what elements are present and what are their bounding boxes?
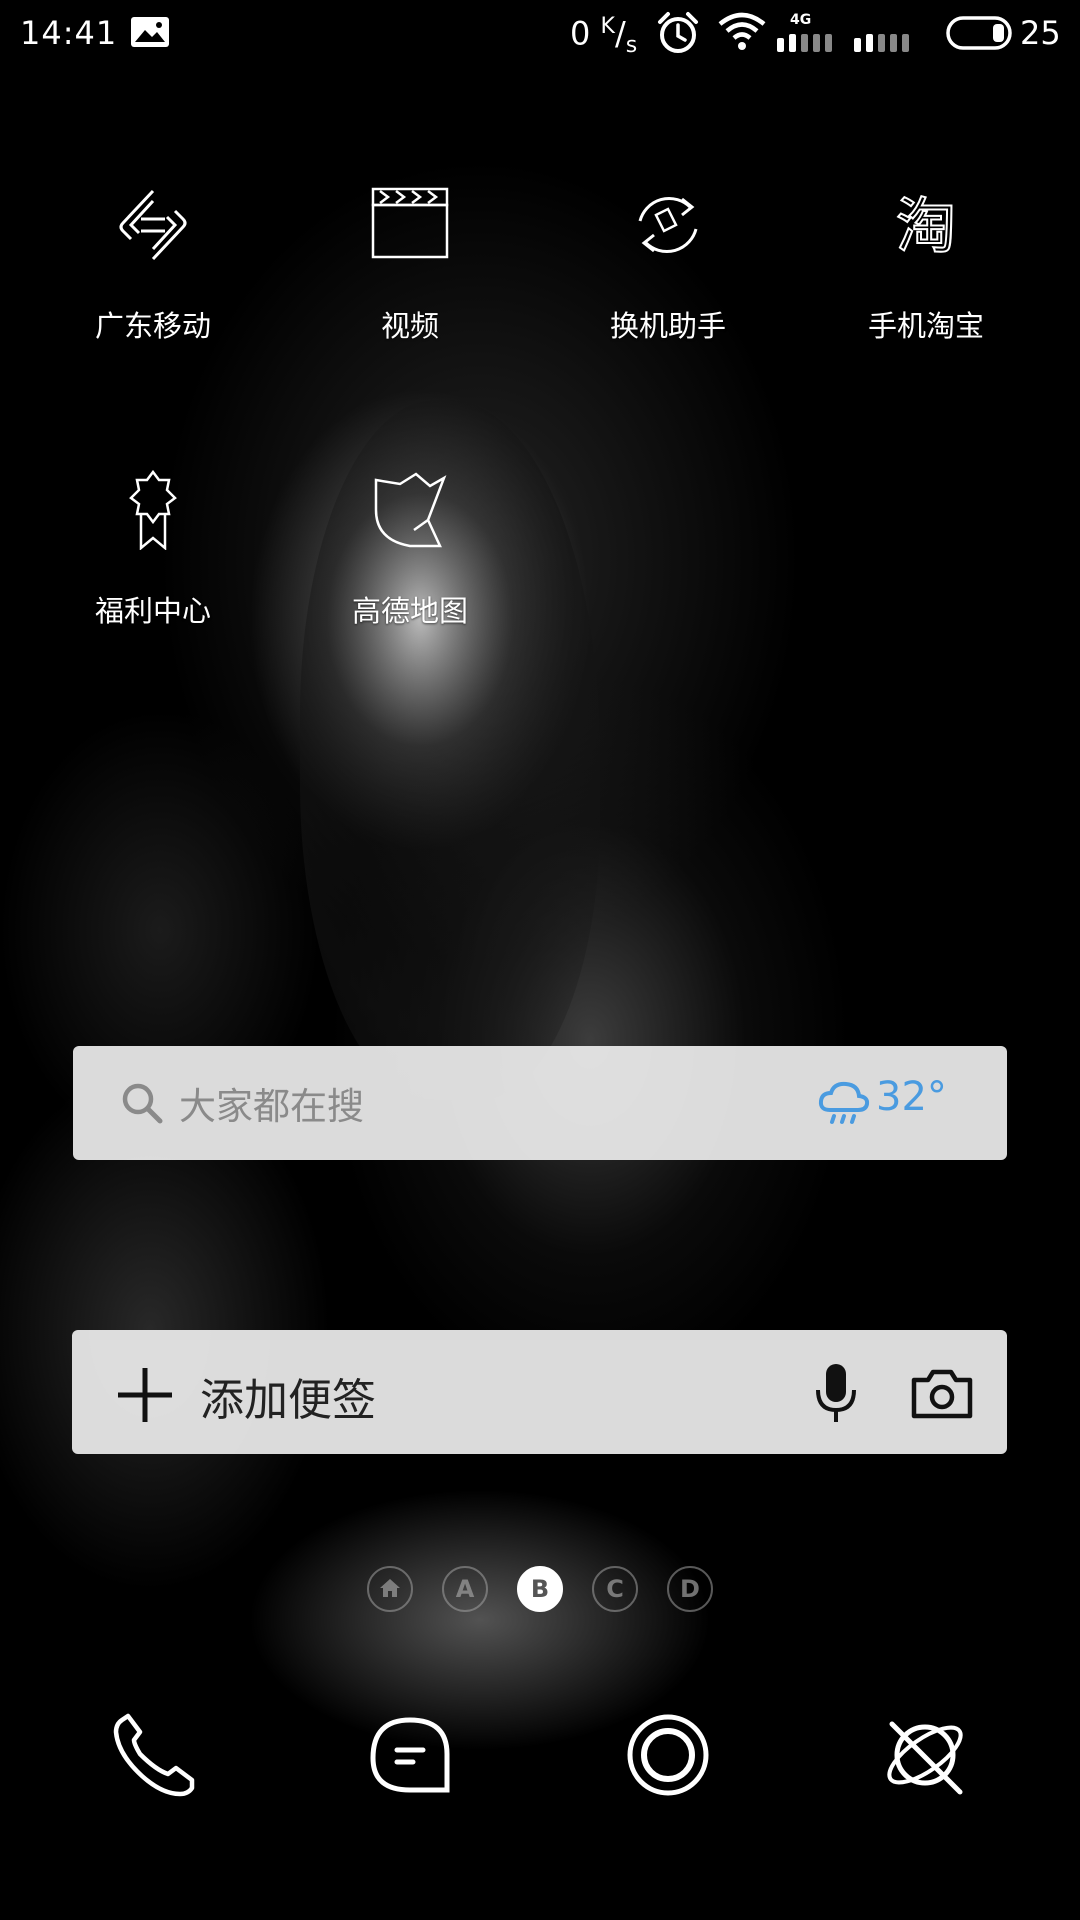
battery-level: 25 [1020, 14, 1061, 52]
page-indicator-c[interactable]: C [592, 1566, 638, 1612]
phone-switch-icon [638, 196, 698, 254]
page-indicator-d[interactable]: D [667, 1566, 713, 1612]
app-china-mobile[interactable]: 广东移动 [43, 185, 263, 385]
app-phone-switch[interactable]: 换机助手 [558, 185, 778, 385]
ribbon-badge-icon [129, 470, 177, 550]
alarm-icon [658, 12, 698, 53]
page-indicator-b[interactable]: B [517, 1566, 563, 1612]
svg-text:淘: 淘 [896, 192, 956, 262]
cloud-rain-icon[interactable] [818, 1080, 870, 1126]
microphone-icon[interactable] [814, 1362, 858, 1424]
weather-temperature[interactable]: 32° [876, 1074, 947, 1120]
app-welfare-center[interactable]: 福利中心 [43, 470, 263, 670]
note-widget[interactable]: 添加便签 [72, 1330, 1007, 1454]
app-label: 换机助手 [609, 309, 726, 343]
page-indicator-home[interactable] [367, 1566, 413, 1612]
camera-app-icon[interactable] [623, 1710, 713, 1800]
video-clapper-icon [371, 187, 449, 259]
add-note-button[interactable]: 添加便签 [200, 1364, 376, 1428]
home-icon [380, 1579, 400, 1597]
search-icon [122, 1083, 163, 1124]
page-indicator-a[interactable]: A [442, 1566, 488, 1612]
taobao-icon: 淘 [895, 191, 957, 263]
camera-icon[interactable] [910, 1368, 974, 1420]
search-widget[interactable]: 大家都在搜 32° [73, 1046, 1007, 1160]
phone-icon[interactable] [108, 1710, 198, 1800]
gallery-notification-icon [131, 17, 169, 47]
plus-icon[interactable] [116, 1366, 174, 1424]
app-taobao[interactable]: 淘 手机淘宝 [816, 185, 1036, 385]
app-label: 高德地图 [351, 594, 468, 628]
app-amap[interactable]: 高德地图 [300, 470, 520, 670]
battery-icon [946, 16, 1012, 50]
app-label: 手机淘宝 [867, 309, 984, 343]
wifi-icon [718, 12, 766, 50]
app-label: 广东移动 [94, 309, 211, 343]
amap-icon [374, 472, 447, 548]
status-bar: 14:41 0 K/s 4G 25 [0, 0, 1080, 70]
app-label: 福利中心 [94, 594, 211, 628]
signal-sim1-icon [777, 34, 832, 52]
app-video[interactable]: 视频 [300, 185, 520, 385]
home-screen: 14:41 0 K/s 4G 25 广东移动 视频 换机助手 淘 手机淘宝 福利… [0, 0, 1080, 1920]
messages-icon[interactable] [365, 1710, 455, 1800]
signal-sim2-icon [854, 34, 909, 52]
app-label: 视频 [380, 309, 439, 343]
status-time: 14:41 [20, 14, 118, 52]
search-input[interactable]: 大家都在搜 [179, 1076, 364, 1130]
network-speed: 0 K/s [570, 14, 638, 59]
browser-icon[interactable] [880, 1710, 970, 1800]
china-mobile-icon [119, 189, 187, 261]
